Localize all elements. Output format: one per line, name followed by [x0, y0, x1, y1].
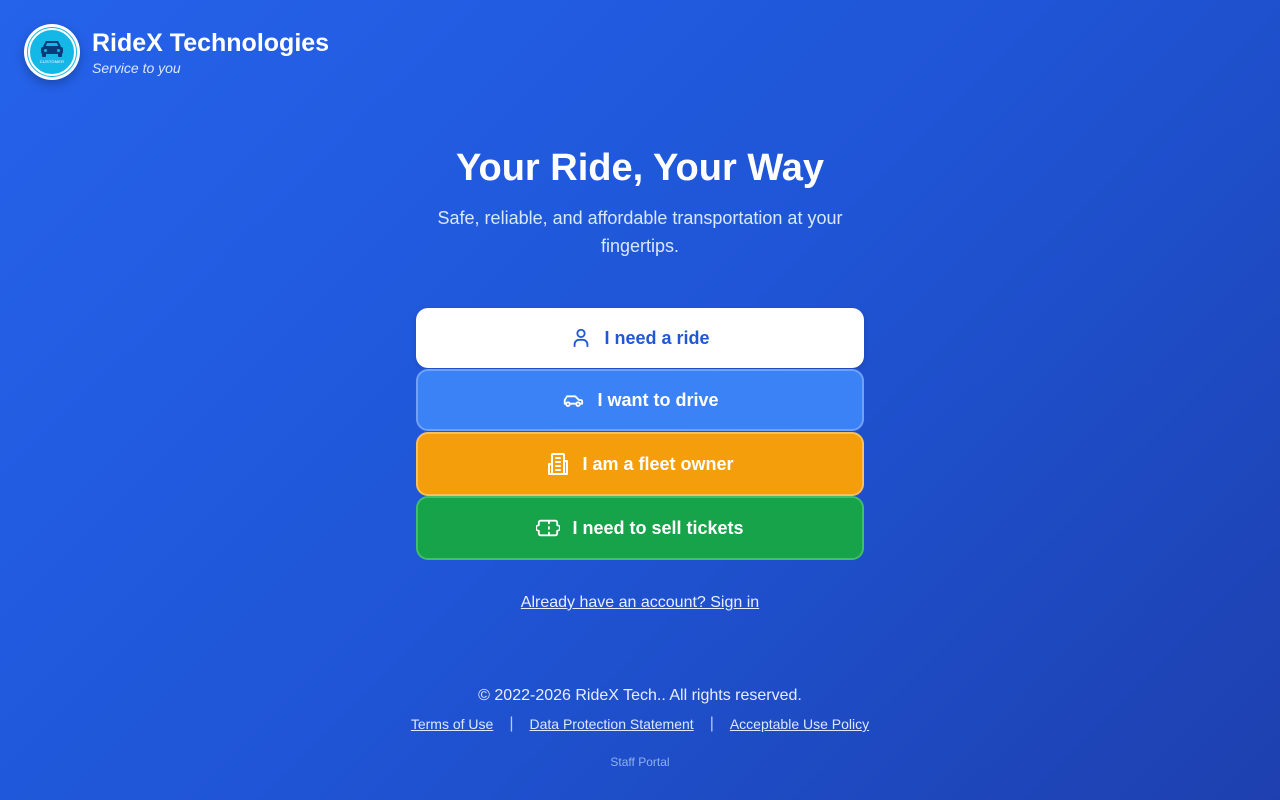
logo-caption: CUSTOMER [39, 59, 65, 64]
hero-section: Your Ride, Your Way Safe, reliable, and … [0, 144, 1280, 260]
brand-header: CUSTOMER RideX Technologies Service to y… [24, 24, 329, 80]
brand-name: RideX Technologies [92, 28, 330, 57]
need-ride-button[interactable]: I need a ride [416, 308, 864, 368]
company-logo: CUSTOMER [24, 24, 80, 80]
staff-portal-link[interactable]: Staff Portal [0, 755, 1280, 769]
car-icon [41, 41, 63, 57]
signin-link[interactable]: Already have an account? Sign in [521, 594, 759, 611]
need-ride-label: I need a ride [604, 327, 710, 348]
ticket-icon [536, 519, 561, 537]
page-subtitle: Safe, reliable, and affordable transport… [437, 208, 843, 256]
want-to-drive-button[interactable]: I want to drive [416, 369, 864, 431]
logo-badge: CUSTOMER [27, 27, 77, 77]
terms-of-use-link[interactable]: Terms of Use [411, 716, 493, 732]
sell-tickets-label: I need to sell tickets [572, 517, 744, 538]
sell-tickets-button[interactable]: I need to sell tickets [416, 496, 864, 560]
role-selection: I need a ride I want to drive I am a fle… [416, 308, 864, 560]
brand-text: RideX Technologies Service to you [92, 28, 329, 77]
brand-tagline: Service to you [92, 59, 181, 76]
fleet-owner-label: I am a fleet owner [582, 453, 734, 474]
link-divider: | [709, 715, 714, 732]
user-icon [574, 328, 589, 348]
car-icon [564, 395, 584, 407]
want-to-drive-label: I want to drive [597, 389, 719, 410]
link-divider: | [509, 715, 514, 732]
fleet-owner-button[interactable]: I am a fleet owner [416, 432, 864, 496]
acceptable-use-link[interactable]: Acceptable Use Policy [730, 716, 869, 732]
building-icon [548, 453, 569, 475]
data-protection-link[interactable]: Data Protection Statement [529, 716, 693, 732]
copyright-text: © 2022-2026 RideX Tech.. All rights rese… [478, 687, 802, 704]
signin-section: Already have an account? Sign in [0, 594, 1280, 612]
footer: © 2022-2026 RideX Tech.. All rights rese… [0, 685, 1280, 769]
legal-links: Terms of Use | Data Protection Statement… [0, 715, 1280, 733]
page-title: Your Ride, Your Way [455, 147, 825, 189]
